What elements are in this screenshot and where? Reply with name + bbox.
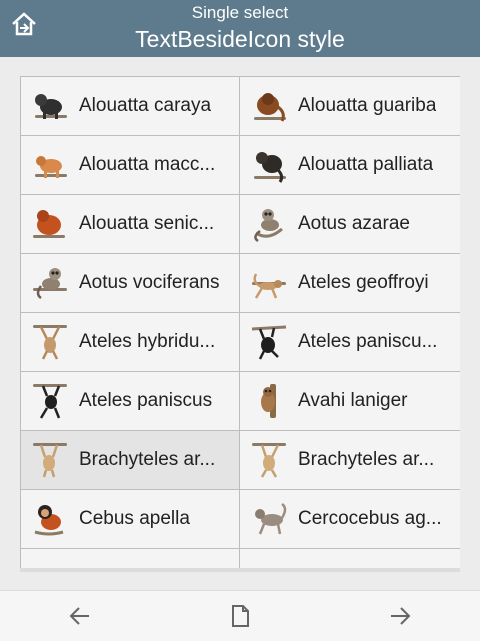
list-item[interactable]: Alouatta macc... — [21, 136, 240, 195]
item-label: Brachyteles ar... — [298, 449, 435, 470]
list-item[interactable]: Avahi laniger — [240, 372, 460, 431]
woolly-lemur-icon — [261, 384, 276, 418]
item-label: Ateles paniscus — [79, 390, 213, 411]
howler-monkey-black-icon — [35, 94, 67, 119]
item-label: Alouatta caraya — [79, 95, 212, 116]
item-label: Alouatta guariba — [298, 95, 437, 116]
header-title: TextBesideIcon style — [135, 26, 345, 52]
spider-monkey-black-hanging-icon — [33, 384, 67, 419]
muriqui-hanging-icon — [33, 443, 67, 478]
list-item[interactable]: Alouatta senic... — [21, 195, 240, 254]
item-label: Ateles hybridu... — [79, 331, 216, 352]
list-item[interactable]: Ateles geoffroyi — [240, 254, 460, 313]
howler-monkey-tan-icon — [35, 156, 67, 178]
list-item[interactable]: Ateles paniscus — [21, 372, 240, 431]
item-label: Alouatta senic... — [79, 213, 215, 234]
list-item[interactable]: Brachyteles ar... — [240, 431, 460, 490]
header-subtitle: Single select — [191, 3, 289, 22]
item-label: Alouatta macc... — [79, 154, 216, 175]
list-item[interactable]: Aotus vociferans — [21, 254, 240, 313]
list-item[interactable]: Alouatta guariba — [240, 77, 460, 136]
bottom-toolbar — [0, 590, 480, 641]
night-monkey-icon — [33, 268, 67, 300]
item-label: Brachyteles ar... — [79, 449, 216, 470]
howler-monkey-red-icon — [33, 210, 65, 238]
item-label: Cercocebus ag... — [298, 508, 442, 529]
howler-monkey-brown-icon — [254, 93, 286, 122]
night-monkey-icon — [254, 209, 283, 243]
list-item[interactable] — [240, 549, 460, 568]
item-label: Alouatta palliata — [298, 154, 434, 175]
list-item[interactable]: Cebus apella — [21, 490, 240, 549]
list-item-selected[interactable]: Brachyteles ar... — [21, 431, 240, 490]
capuchin-icon — [34, 505, 64, 536]
mangabey-icon — [255, 502, 287, 535]
item-label: Aotus vociferans — [79, 272, 220, 293]
arrow-right-icon[interactable] — [387, 603, 413, 629]
item-label: Ateles geoffroyi — [298, 272, 429, 293]
list-item[interactable]: Alouatta palliata — [240, 136, 460, 195]
spider-monkey-black-icon — [251, 325, 287, 360]
spider-monkey-hanging-icon — [33, 325, 67, 360]
spider-monkey-tan-icon — [252, 273, 286, 299]
item-label: Aotus azarae — [298, 213, 410, 234]
app-header: Single select TextBesideIcon style — [0, 0, 480, 57]
howler-monkey-dark-icon — [254, 152, 286, 183]
list-item[interactable]: Cercocebus ag... — [240, 490, 460, 549]
list-item[interactable]: Ateles paniscu... — [240, 313, 460, 372]
list-item[interactable]: Alouatta caraya — [21, 77, 240, 136]
item-label: Cebus apella — [79, 508, 190, 529]
species-list[interactable]: Alouatta caraya Alouatta guariba Alouatt… — [20, 76, 460, 568]
arrow-left-icon[interactable] — [67, 603, 93, 629]
muriqui-hanging-icon — [252, 443, 286, 478]
list-item[interactable] — [21, 549, 240, 568]
list-bottom-edge — [20, 568, 460, 572]
item-label: Ateles paniscu... — [298, 331, 438, 352]
item-label: Avahi laniger — [298, 390, 408, 411]
list-item[interactable]: Ateles hybridu... — [21, 313, 240, 372]
species-grid: Alouatta caraya Alouatta guariba Alouatt… — [20, 76, 460, 568]
document-icon[interactable] — [227, 603, 253, 629]
list-item[interactable]: Aotus azarae — [240, 195, 460, 254]
